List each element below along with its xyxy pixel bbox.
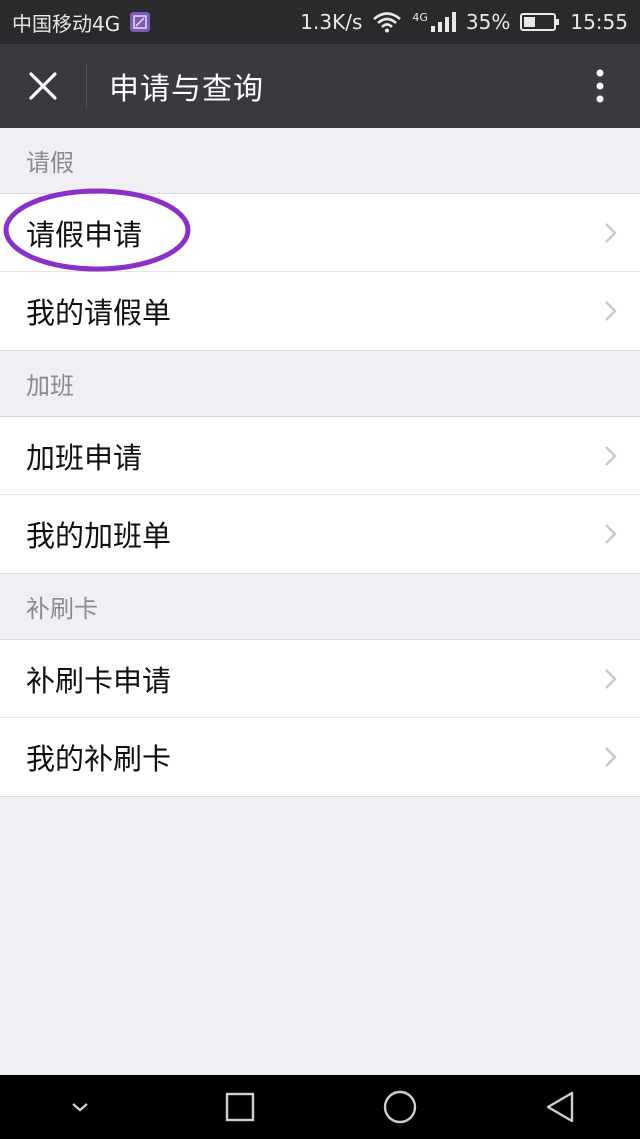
section-header-overtime: 加班	[0, 351, 640, 417]
more-vertical-icon	[596, 69, 604, 103]
list-item-label: 加班申请	[26, 441, 143, 475]
section-header-card-swipe: 补刷卡	[0, 574, 640, 640]
battery-percent: 35%	[465, 10, 511, 34]
more-options-button[interactable]	[560, 44, 640, 128]
cellular-signal-icon: 4G	[412, 11, 456, 33]
close-button[interactable]	[0, 44, 86, 128]
chevron-right-icon	[604, 445, 618, 467]
my-leave-list-item[interactable]: 我的请假单	[0, 272, 640, 350]
header-divider	[86, 64, 87, 108]
section-header-leave: 请假	[0, 128, 640, 194]
chevron-down-icon	[72, 1103, 88, 1112]
section-group-card-swipe: 补刷卡申请 我的补刷卡	[0, 640, 640, 797]
card-swipe-request-item[interactable]: 补刷卡申请	[0, 640, 640, 718]
my-overtime-list-item[interactable]: 我的加班单	[0, 495, 640, 573]
network-type-label: 4G	[412, 11, 428, 24]
wifi-icon	[372, 11, 402, 33]
list-item-label: 请假申请	[26, 218, 143, 252]
page-title: 申请与查询	[109, 72, 264, 107]
list-item-label: 我的请假单	[26, 296, 172, 330]
chevron-right-icon	[604, 222, 618, 244]
battery-icon	[520, 12, 560, 32]
section-group-overtime: 加班申请 我的加班单	[0, 417, 640, 574]
list-item-label: 补刷卡申请	[26, 664, 172, 698]
close-icon	[29, 72, 57, 100]
leave-request-item[interactable]: 请假申请	[0, 194, 640, 272]
section-group-leave: 请假申请 我的请假单	[0, 194, 640, 351]
network-speed: 1.3K/s	[300, 10, 363, 34]
collapse-button[interactable]	[50, 1077, 110, 1137]
chevron-right-icon	[604, 300, 618, 322]
menu-list: 请假 请假申请 我的请假单 加班 加班申请 我的加班单 补刷卡 补刷卡申请 我的…	[0, 128, 640, 797]
list-item-label: 我的加班单	[26, 519, 172, 553]
home-button[interactable]	[370, 1077, 430, 1137]
square-icon	[225, 1092, 255, 1122]
gallery-notification-icon	[130, 12, 151, 32]
system-nav-bar	[0, 1075, 640, 1139]
app-screen: 中国移动4G 1.3K/s 4G 35% 15:55 申请与查询 请假 请假申请…	[0, 0, 640, 1139]
circle-icon	[383, 1090, 417, 1124]
back-triangle-icon	[546, 1091, 574, 1123]
list-item-label: 我的补刷卡	[26, 742, 172, 776]
chevron-right-icon	[604, 523, 618, 545]
chevron-right-icon	[604, 668, 618, 690]
chevron-right-icon	[604, 746, 618, 768]
back-button[interactable]	[530, 1077, 590, 1137]
status-bar: 中国移动4G 1.3K/s 4G 35% 15:55	[0, 0, 640, 44]
clock: 15:55	[570, 10, 628, 34]
carrier-label: 中国移动4G	[12, 11, 121, 36]
overtime-request-item[interactable]: 加班申请	[0, 417, 640, 495]
my-card-swipe-item[interactable]: 我的补刷卡	[0, 718, 640, 796]
app-header: 申请与查询	[0, 44, 640, 128]
recent-apps-button[interactable]	[210, 1077, 270, 1137]
